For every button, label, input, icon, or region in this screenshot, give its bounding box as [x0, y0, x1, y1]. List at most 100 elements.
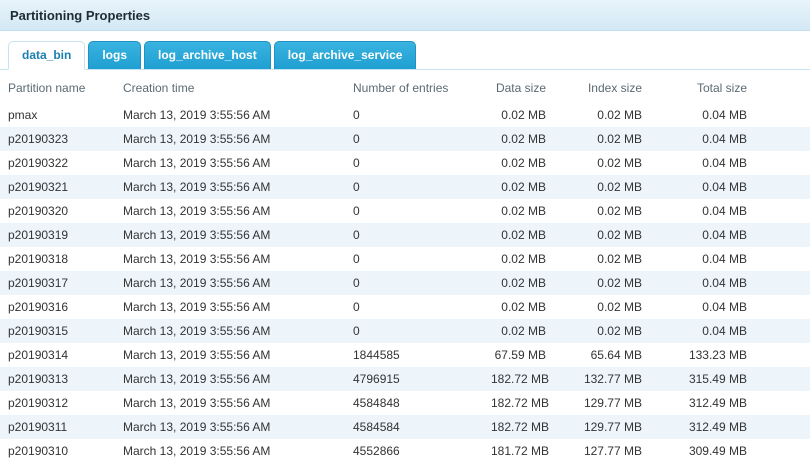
table-cell: 4796915 — [345, 367, 483, 391]
table-cell: March 13, 2019 3:55:56 AM — [115, 103, 345, 127]
table-cell: p20190318 — [0, 247, 115, 271]
table-row[interactable]: p20190311March 13, 2019 3:55:56 AM458458… — [0, 415, 810, 439]
table-cell: 315.49 MB — [660, 367, 810, 391]
table-cell: p20190313 — [0, 367, 115, 391]
table-cell: 0.02 MB — [560, 223, 660, 247]
column-header-index-size: Index size — [560, 72, 660, 103]
table-cell: 312.49 MB — [660, 415, 810, 439]
column-header-number-of-entries: Number of entries — [345, 72, 483, 103]
table-cell: 0.02 MB — [483, 199, 560, 223]
table-cell: 0.02 MB — [560, 199, 660, 223]
table-cell: March 13, 2019 3:55:56 AM — [115, 199, 345, 223]
table-cell: p20190310 — [0, 439, 115, 463]
table-cell: 127.77 MB — [560, 439, 660, 463]
table-cell: 0.04 MB — [660, 103, 810, 127]
table-cell: 4584848 — [345, 391, 483, 415]
table-cell: 0.02 MB — [483, 223, 560, 247]
table-cell: p20190323 — [0, 127, 115, 151]
partitions-table: Partition name Creation time Number of e… — [0, 72, 810, 463]
table-cell: 0.02 MB — [483, 319, 560, 343]
tab-bar: data_bin logs log_archive_host log_archi… — [0, 31, 810, 70]
tab-data-bin[interactable]: data_bin — [8, 41, 85, 70]
table-cell: 4584584 — [345, 415, 483, 439]
table-row[interactable]: p20190320March 13, 2019 3:55:56 AM00.02 … — [0, 199, 810, 223]
table-header-row: Partition name Creation time Number of e… — [0, 72, 810, 103]
table-row[interactable]: p20190318March 13, 2019 3:55:56 AM00.02 … — [0, 247, 810, 271]
table-cell: 0.04 MB — [660, 319, 810, 343]
table-cell: 0.04 MB — [660, 295, 810, 319]
table-cell: March 13, 2019 3:55:56 AM — [115, 223, 345, 247]
table-cell: 4552866 — [345, 439, 483, 463]
table-cell: March 13, 2019 3:55:56 AM — [115, 247, 345, 271]
table-cell: p20190322 — [0, 151, 115, 175]
table-cell: 0 — [345, 103, 483, 127]
table-cell: 312.49 MB — [660, 391, 810, 415]
table-cell: 129.77 MB — [560, 415, 660, 439]
table-cell: p20190321 — [0, 175, 115, 199]
table-cell: 0.04 MB — [660, 247, 810, 271]
table-cell: 309.49 MB — [660, 439, 810, 463]
table-cell: 0 — [345, 247, 483, 271]
table-body: pmaxMarch 13, 2019 3:55:56 AM00.02 MB0.0… — [0, 103, 810, 463]
table-cell: 182.72 MB — [483, 367, 560, 391]
table-cell: 0.02 MB — [560, 175, 660, 199]
table-cell: 0.02 MB — [483, 127, 560, 151]
table-cell: 0.02 MB — [483, 175, 560, 199]
table-row[interactable]: p20190323March 13, 2019 3:55:56 AM00.02 … — [0, 127, 810, 151]
table-cell: 1844585 — [345, 343, 483, 367]
table-cell: March 13, 2019 3:55:56 AM — [115, 295, 345, 319]
table-cell: 0.02 MB — [560, 295, 660, 319]
table-cell: March 13, 2019 3:55:56 AM — [115, 391, 345, 415]
table-cell: 0 — [345, 319, 483, 343]
table-cell: 0.02 MB — [483, 103, 560, 127]
table-cell: 0.02 MB — [560, 103, 660, 127]
table-cell: p20190320 — [0, 199, 115, 223]
table-cell: 132.77 MB — [560, 367, 660, 391]
tab-log-archive-host[interactable]: log_archive_host — [144, 41, 271, 69]
table-cell: p20190315 — [0, 319, 115, 343]
table-cell: March 13, 2019 3:55:56 AM — [115, 319, 345, 343]
table-cell: 0.02 MB — [560, 319, 660, 343]
table-cell: pmax — [0, 103, 115, 127]
table-cell: 0.04 MB — [660, 199, 810, 223]
table-row[interactable]: p20190317March 13, 2019 3:55:56 AM00.02 … — [0, 271, 810, 295]
tab-logs[interactable]: logs — [88, 41, 141, 69]
table-cell: 65.64 MB — [560, 343, 660, 367]
table-cell: p20190312 — [0, 391, 115, 415]
table-row[interactable]: p20190310March 13, 2019 3:55:56 AM455286… — [0, 439, 810, 463]
table-cell: 0.02 MB — [560, 151, 660, 175]
table-cell: 181.72 MB — [483, 439, 560, 463]
table-cell: p20190316 — [0, 295, 115, 319]
table-cell: 182.72 MB — [483, 391, 560, 415]
table-cell: March 13, 2019 3:55:56 AM — [115, 439, 345, 463]
table-cell: March 13, 2019 3:55:56 AM — [115, 175, 345, 199]
column-header-creation-time: Creation time — [115, 72, 345, 103]
table-cell: March 13, 2019 3:55:56 AM — [115, 127, 345, 151]
table-cell: 0.02 MB — [560, 127, 660, 151]
table-cell: March 13, 2019 3:55:56 AM — [115, 343, 345, 367]
table-cell: 0.02 MB — [483, 247, 560, 271]
column-header-data-size: Data size — [483, 72, 560, 103]
tab-log-archive-service[interactable]: log_archive_service — [274, 41, 417, 69]
table-cell: 182.72 MB — [483, 415, 560, 439]
table-row[interactable]: p20190322March 13, 2019 3:55:56 AM00.02 … — [0, 151, 810, 175]
table-row[interactable]: p20190316March 13, 2019 3:55:56 AM00.02 … — [0, 295, 810, 319]
table-row[interactable]: p20190319March 13, 2019 3:55:56 AM00.02 … — [0, 223, 810, 247]
column-header-total-size: Total size — [660, 72, 810, 103]
table-cell: 0 — [345, 199, 483, 223]
table-cell: p20190317 — [0, 271, 115, 295]
table-cell: March 13, 2019 3:55:56 AM — [115, 367, 345, 391]
table-row[interactable]: p20190315March 13, 2019 3:55:56 AM00.02 … — [0, 319, 810, 343]
table-cell: 0 — [345, 271, 483, 295]
table-row[interactable]: p20190313March 13, 2019 3:55:56 AM479691… — [0, 367, 810, 391]
table-row[interactable]: p20190321March 13, 2019 3:55:56 AM00.02 … — [0, 175, 810, 199]
table-cell: 129.77 MB — [560, 391, 660, 415]
column-header-partition-name: Partition name — [0, 72, 115, 103]
table-cell: 0 — [345, 151, 483, 175]
table-row[interactable]: p20190312March 13, 2019 3:55:56 AM458484… — [0, 391, 810, 415]
page-title: Partitioning Properties — [10, 8, 150, 23]
table-row[interactable]: p20190314March 13, 2019 3:55:56 AM184458… — [0, 343, 810, 367]
table-row[interactable]: pmaxMarch 13, 2019 3:55:56 AM00.02 MB0.0… — [0, 103, 810, 127]
table-cell: 0 — [345, 223, 483, 247]
table-cell: 0.02 MB — [483, 151, 560, 175]
